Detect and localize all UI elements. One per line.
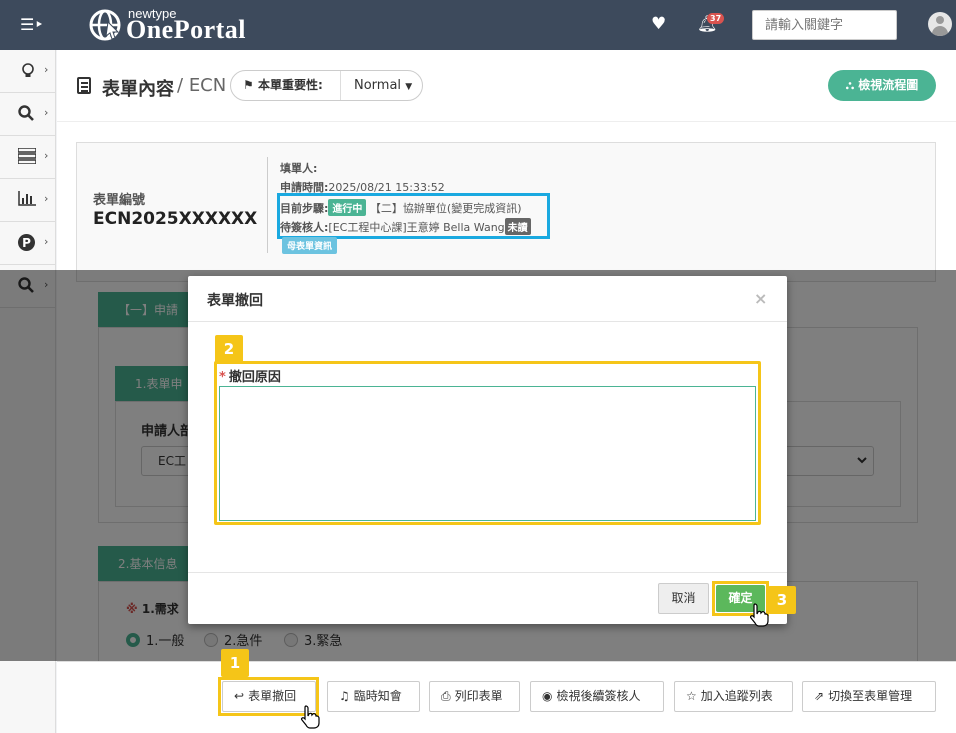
sidebar-item-ideas[interactable]: › xyxy=(0,50,56,93)
page-title: 表單內容 xyxy=(102,79,174,100)
add-to-tracking-button[interactable]: ☆ 加入追蹤列表 xyxy=(674,681,793,712)
action-label: 臨時知會 xyxy=(353,689,402,703)
action-label: 列印表單 xyxy=(454,689,503,703)
caret-down-icon: ▼ xyxy=(405,82,413,92)
view-flow-button[interactable]: ⛬ 檢視流程圖 xyxy=(828,70,936,101)
withdraw-reason-label-text: 撤回原因 xyxy=(228,370,281,385)
print-form-button[interactable]: ⎙ 列印表單 xyxy=(429,681,520,712)
eye-icon: ◉ xyxy=(542,689,553,703)
highlight-box-blue xyxy=(277,193,550,239)
importance-label: ⚑ 本單重要性: xyxy=(231,71,341,100)
lightbulb-icon xyxy=(22,63,34,77)
withdraw-reason-label: * 撤回原因 xyxy=(219,366,281,385)
globe-logo-icon xyxy=(89,9,121,41)
parent-form-tag[interactable]: 母表單資訊 xyxy=(282,237,338,254)
sidebar-item-reports[interactable]: › xyxy=(0,179,56,222)
notify-button[interactable]: ♫ 臨時知會 xyxy=(327,681,420,712)
flag-icon: ⚑ xyxy=(243,78,254,92)
step-2-badge: 2 xyxy=(215,335,243,363)
logo-big-text: OnePortal xyxy=(126,15,247,44)
close-icon[interactable]: × xyxy=(754,289,767,308)
star-icon: ☆ xyxy=(686,689,697,703)
cancel-button[interactable]: 取消 xyxy=(658,583,709,614)
chevron-right-icon: › xyxy=(44,235,49,248)
switch-to-form-management-button[interactable]: ⇗ 切換至表單管理 xyxy=(802,681,936,712)
modal-header: 表單撤回 × xyxy=(188,276,787,322)
form-no-label: 表單編號 xyxy=(93,193,146,208)
info-divider xyxy=(267,157,268,253)
chevron-right-icon: › xyxy=(44,192,49,205)
document-icon xyxy=(77,77,91,94)
sidebar-item-parking[interactable]: P › xyxy=(0,222,56,265)
step-1-badge: 1 xyxy=(221,649,249,677)
filler-label-text: 填單人: xyxy=(280,162,318,175)
svg-text:P: P xyxy=(22,236,31,250)
hand-cursor-icon xyxy=(750,603,769,627)
print-icon: ⎙ xyxy=(441,689,451,703)
chevron-right-icon: › xyxy=(44,149,49,162)
withdraw-modal: 表單撤回 × 2 * 撤回原因 取消 確定 3 xyxy=(188,276,796,624)
step-3-badge: 3 xyxy=(768,586,796,614)
user-avatar[interactable] xyxy=(928,12,952,36)
page-title-form-type: / ECN xyxy=(177,75,226,96)
action-label: 檢視後續簽核人 xyxy=(556,689,641,703)
bar-chart-icon xyxy=(18,191,36,206)
view-flow-label: 檢視流程圖 xyxy=(858,78,919,92)
hand-cursor-icon xyxy=(301,705,320,729)
sidebar-item-search[interactable]: › xyxy=(0,93,56,136)
required-mark: * xyxy=(219,370,226,385)
chevron-right-icon: › xyxy=(44,106,49,119)
bell-icon: ♫ xyxy=(339,689,350,703)
menu-toggle-icon[interactable]: ☰‣ xyxy=(20,15,44,34)
search-input[interactable] xyxy=(752,10,897,40)
form-type: ECN xyxy=(188,75,227,96)
notification-count-badge: 37 xyxy=(707,13,725,24)
heart-icon[interactable]: ♥ xyxy=(651,14,666,34)
form-info-panel: 表單編號 ECN2025XXXXXX 填單人: 申請時間:2025/08/21 … xyxy=(76,142,936,282)
action-label: 加入追蹤列表 xyxy=(700,689,773,703)
server-icon xyxy=(18,148,36,164)
action-label: 切換至表單管理 xyxy=(828,689,913,703)
title-separator: / xyxy=(177,75,184,96)
page-header: 表單內容 / ECN ⚑ 本單重要性: Normal ▼ ⛬ 檢視流程圖 xyxy=(57,50,956,122)
external-link-icon: ⇗ xyxy=(814,689,825,703)
importance-value: Normal xyxy=(354,78,402,93)
chevron-right-icon: › xyxy=(44,63,49,76)
p-circle-icon: P xyxy=(18,234,35,251)
search-icon xyxy=(18,105,34,121)
withdraw-reason-textarea[interactable] xyxy=(219,386,756,521)
importance-dropdown[interactable]: Normal ▼ xyxy=(354,71,412,102)
filler-label: 填單人: xyxy=(280,160,317,176)
sitemap-icon: ⛬ xyxy=(845,78,855,92)
sidebar-item-servers[interactable]: › xyxy=(0,136,56,179)
importance-selector[interactable]: ⚑ 本單重要性: Normal ▼ xyxy=(230,70,423,101)
view-next-approvers-button[interactable]: ◉ 檢視後續簽核人 xyxy=(530,681,664,712)
importance-label-text: 本單重要性: xyxy=(257,78,323,92)
form-no: ECN2025XXXXXX xyxy=(93,209,258,229)
modal-title: 表單撤回 xyxy=(207,293,263,309)
top-navbar: ☰‣ newtype OnePortal ♥ 🔔︎ 37 xyxy=(0,0,956,50)
